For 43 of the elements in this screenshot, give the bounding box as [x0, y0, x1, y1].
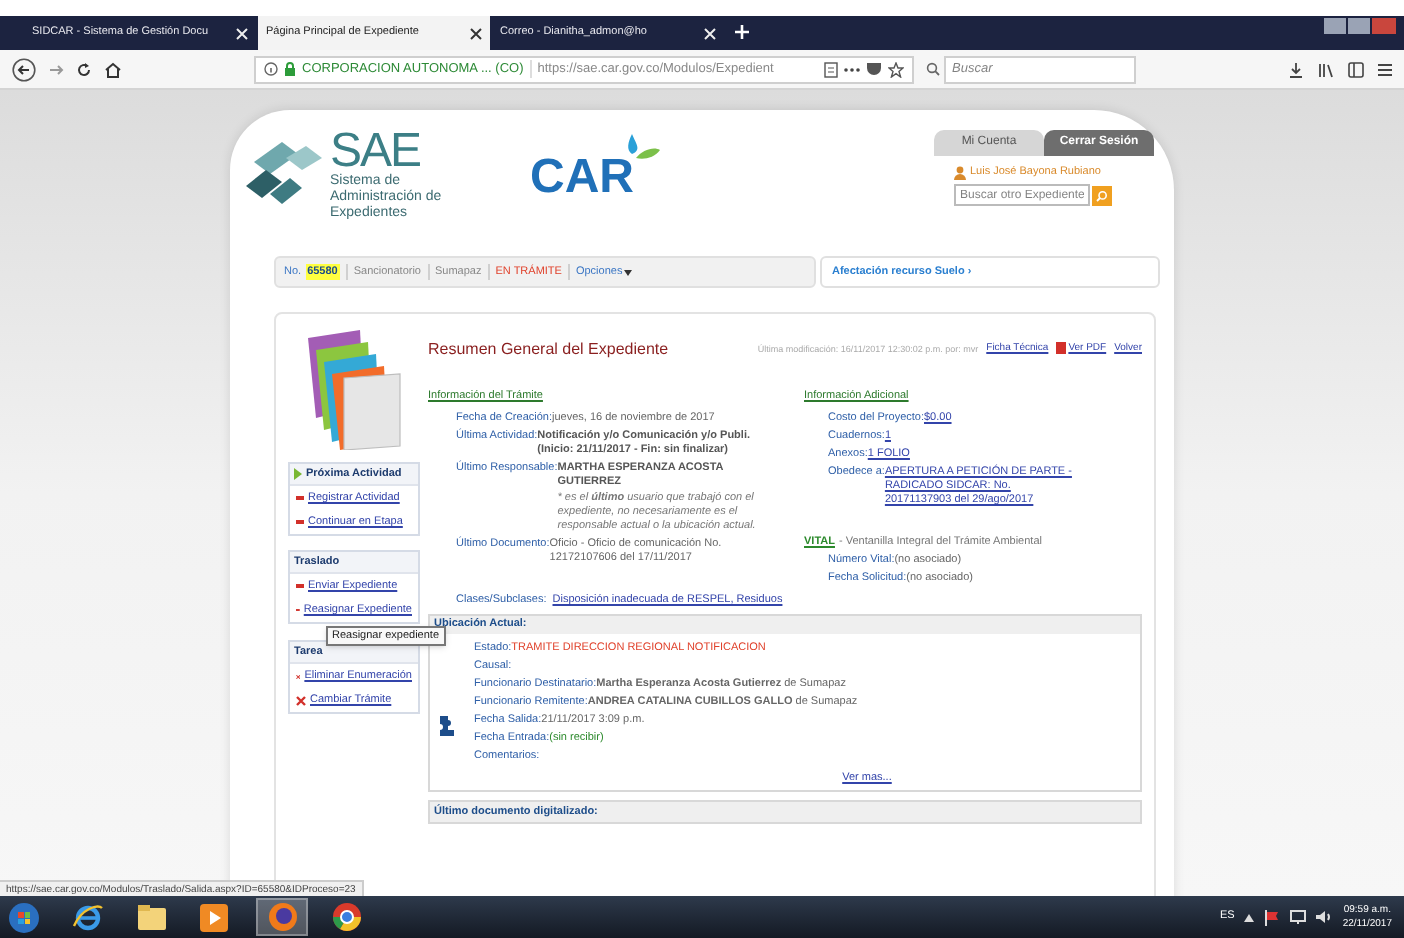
chrome-icon[interactable] — [332, 902, 362, 932]
summary-title: Resumen General del Expediente — [428, 341, 669, 355]
pdf-icon — [1056, 342, 1067, 354]
back-icon[interactable] — [12, 57, 36, 81]
pocket-icon[interactable] — [866, 62, 882, 76]
puzzle-icon — [436, 714, 456, 738]
folder-icon[interactable] — [136, 903, 168, 931]
dash-icon — [296, 520, 304, 524]
leaf-drop-icon — [626, 134, 662, 160]
dash-icon — [296, 496, 304, 500]
user-icon — [954, 165, 966, 180]
reader-icon[interactable] — [824, 61, 838, 77]
delete-icon — [296, 695, 306, 705]
window-controls-icon[interactable] — [1324, 18, 1396, 34]
firefox-taskbar-button[interactable] — [256, 898, 308, 936]
forward-icon[interactable] — [48, 61, 64, 77]
start-button[interactable] — [8, 901, 40, 933]
download-icon[interactable] — [1288, 61, 1304, 77]
flag-icon[interactable] — [1264, 909, 1281, 925]
home-icon[interactable] — [104, 61, 122, 77]
new-tab-icon[interactable] — [734, 24, 750, 40]
reload-icon[interactable] — [76, 61, 92, 77]
lock-icon — [284, 62, 296, 76]
close-icon[interactable] — [470, 27, 482, 39]
volume-icon[interactable] — [1316, 910, 1333, 924]
globe-app-icon[interactable] — [72, 901, 104, 933]
dash-icon — [296, 608, 300, 612]
search-icon — [926, 62, 940, 76]
caret-icon — [624, 269, 633, 275]
media-player-icon[interactable] — [200, 903, 228, 931]
arrow-icon — [294, 468, 302, 480]
library-icon[interactable] — [1318, 61, 1334, 77]
tray-arrow-icon[interactable] — [1244, 913, 1255, 921]
network-icon[interactable] — [1290, 910, 1307, 924]
sidebar-icon[interactable] — [1348, 61, 1364, 77]
search-icon — [1096, 189, 1108, 202]
menu-icon[interactable] — [1378, 61, 1392, 77]
browser-app-icon — [267, 902, 297, 932]
bookmark-star-icon[interactable] — [888, 61, 904, 77]
info-icon[interactable] — [264, 62, 278, 76]
dash-icon — [296, 584, 304, 588]
logo-title: SAE — [330, 130, 423, 174]
partner-logo: CAR — [530, 150, 634, 206]
